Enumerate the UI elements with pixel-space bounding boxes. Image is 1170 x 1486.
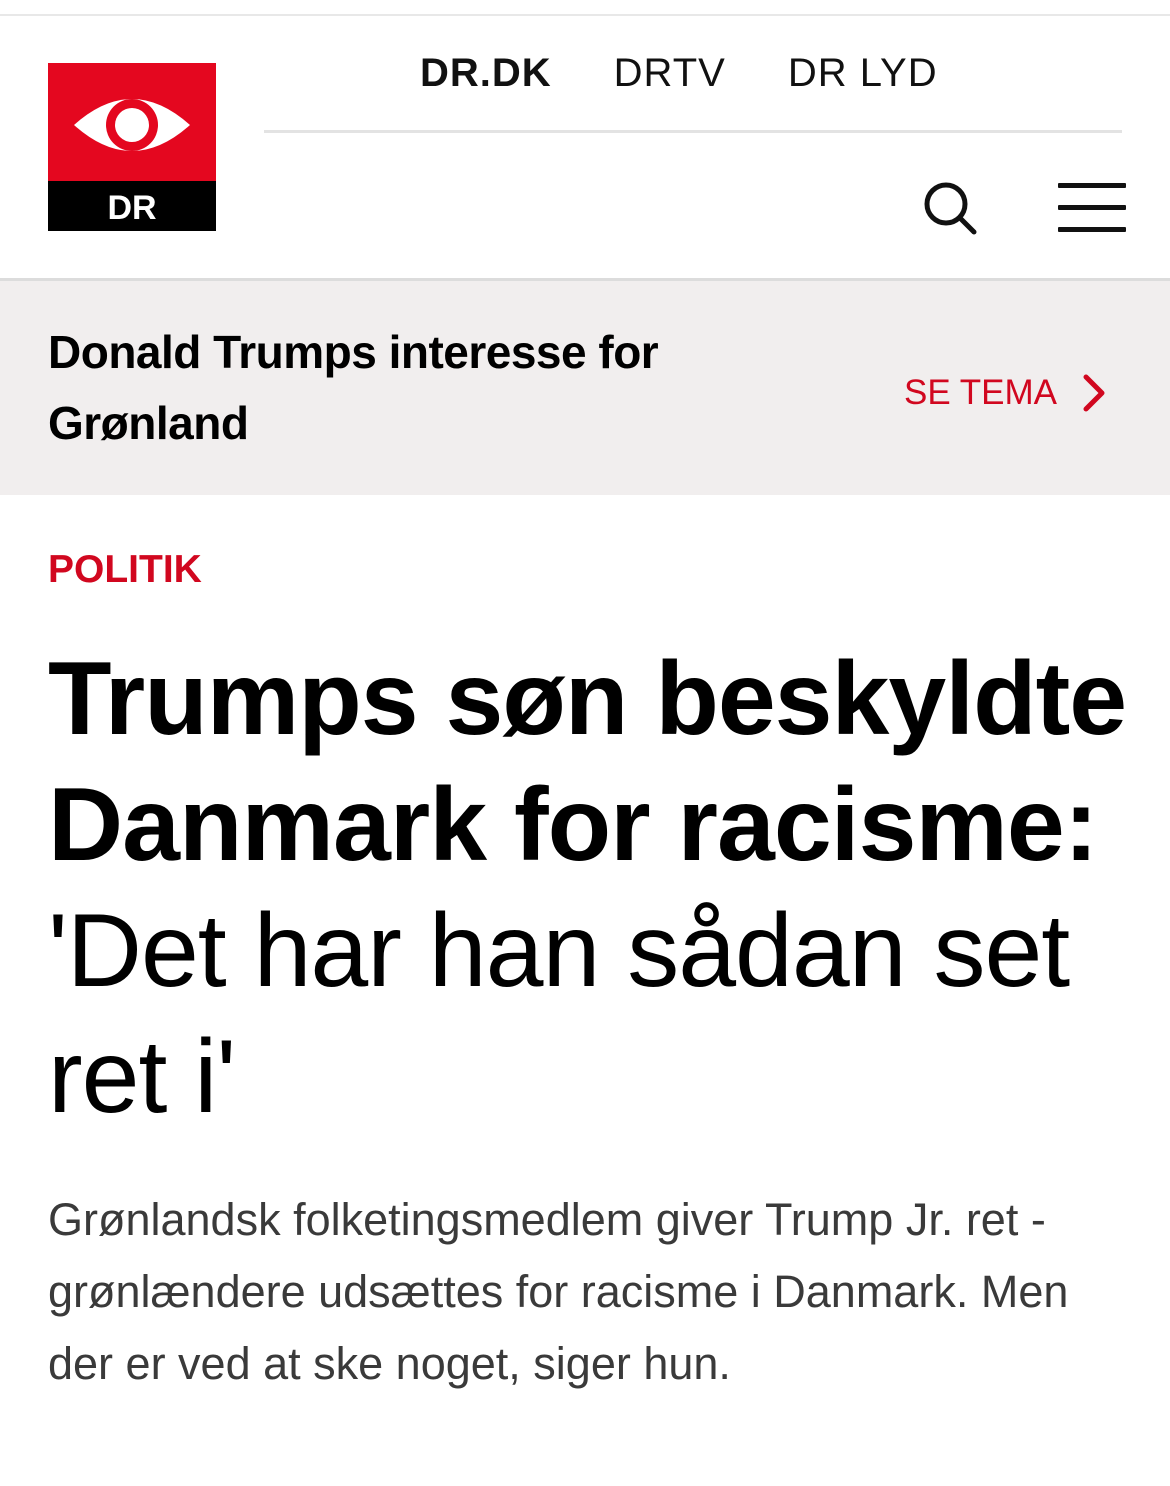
see-theme-label: SE TEMA xyxy=(904,373,1058,412)
article-summary: Grønlandsk folketingsmedlem giver Trump … xyxy=(48,1194,1069,1389)
nav-item-drlyd[interactable]: DR LYD xyxy=(788,51,938,96)
hamburger-menu-icon xyxy=(1058,183,1126,188)
chevron-right-icon xyxy=(1083,374,1105,412)
article-headline: Trumps søn beskyldte Danmark for racisme… xyxy=(48,636,1138,1140)
status-divider xyxy=(0,0,1170,16)
nav-divider xyxy=(264,130,1122,133)
headline-quote: 'Det har han sådan set ret i' xyxy=(48,893,1070,1135)
theme-banner[interactable]: Donald Trumps interesse for Grønland SE … xyxy=(0,281,1170,495)
nav-item-drdk[interactable]: DR.DK xyxy=(420,51,552,96)
theme-title: Donald Trumps interesse for Grønland xyxy=(48,326,659,449)
search-icon xyxy=(924,182,977,235)
search-button[interactable] xyxy=(918,178,982,238)
site-header: DR DR.DK DRTV DR LYD xyxy=(0,16,1170,281)
menu-button[interactable] xyxy=(1058,181,1126,235)
see-theme-link[interactable]: SE TEMA xyxy=(904,373,1107,413)
headline-strong: Trumps søn beskyldte Danmark for racisme… xyxy=(48,641,1127,883)
nav-item-drtv[interactable]: DRTV xyxy=(614,51,726,96)
article-category[interactable]: POLITIK xyxy=(48,548,202,592)
top-navigation: DR.DK DRTV DR LYD xyxy=(420,48,938,98)
logo-text: DR xyxy=(107,189,156,227)
dr-logo[interactable]: DR xyxy=(48,63,216,231)
